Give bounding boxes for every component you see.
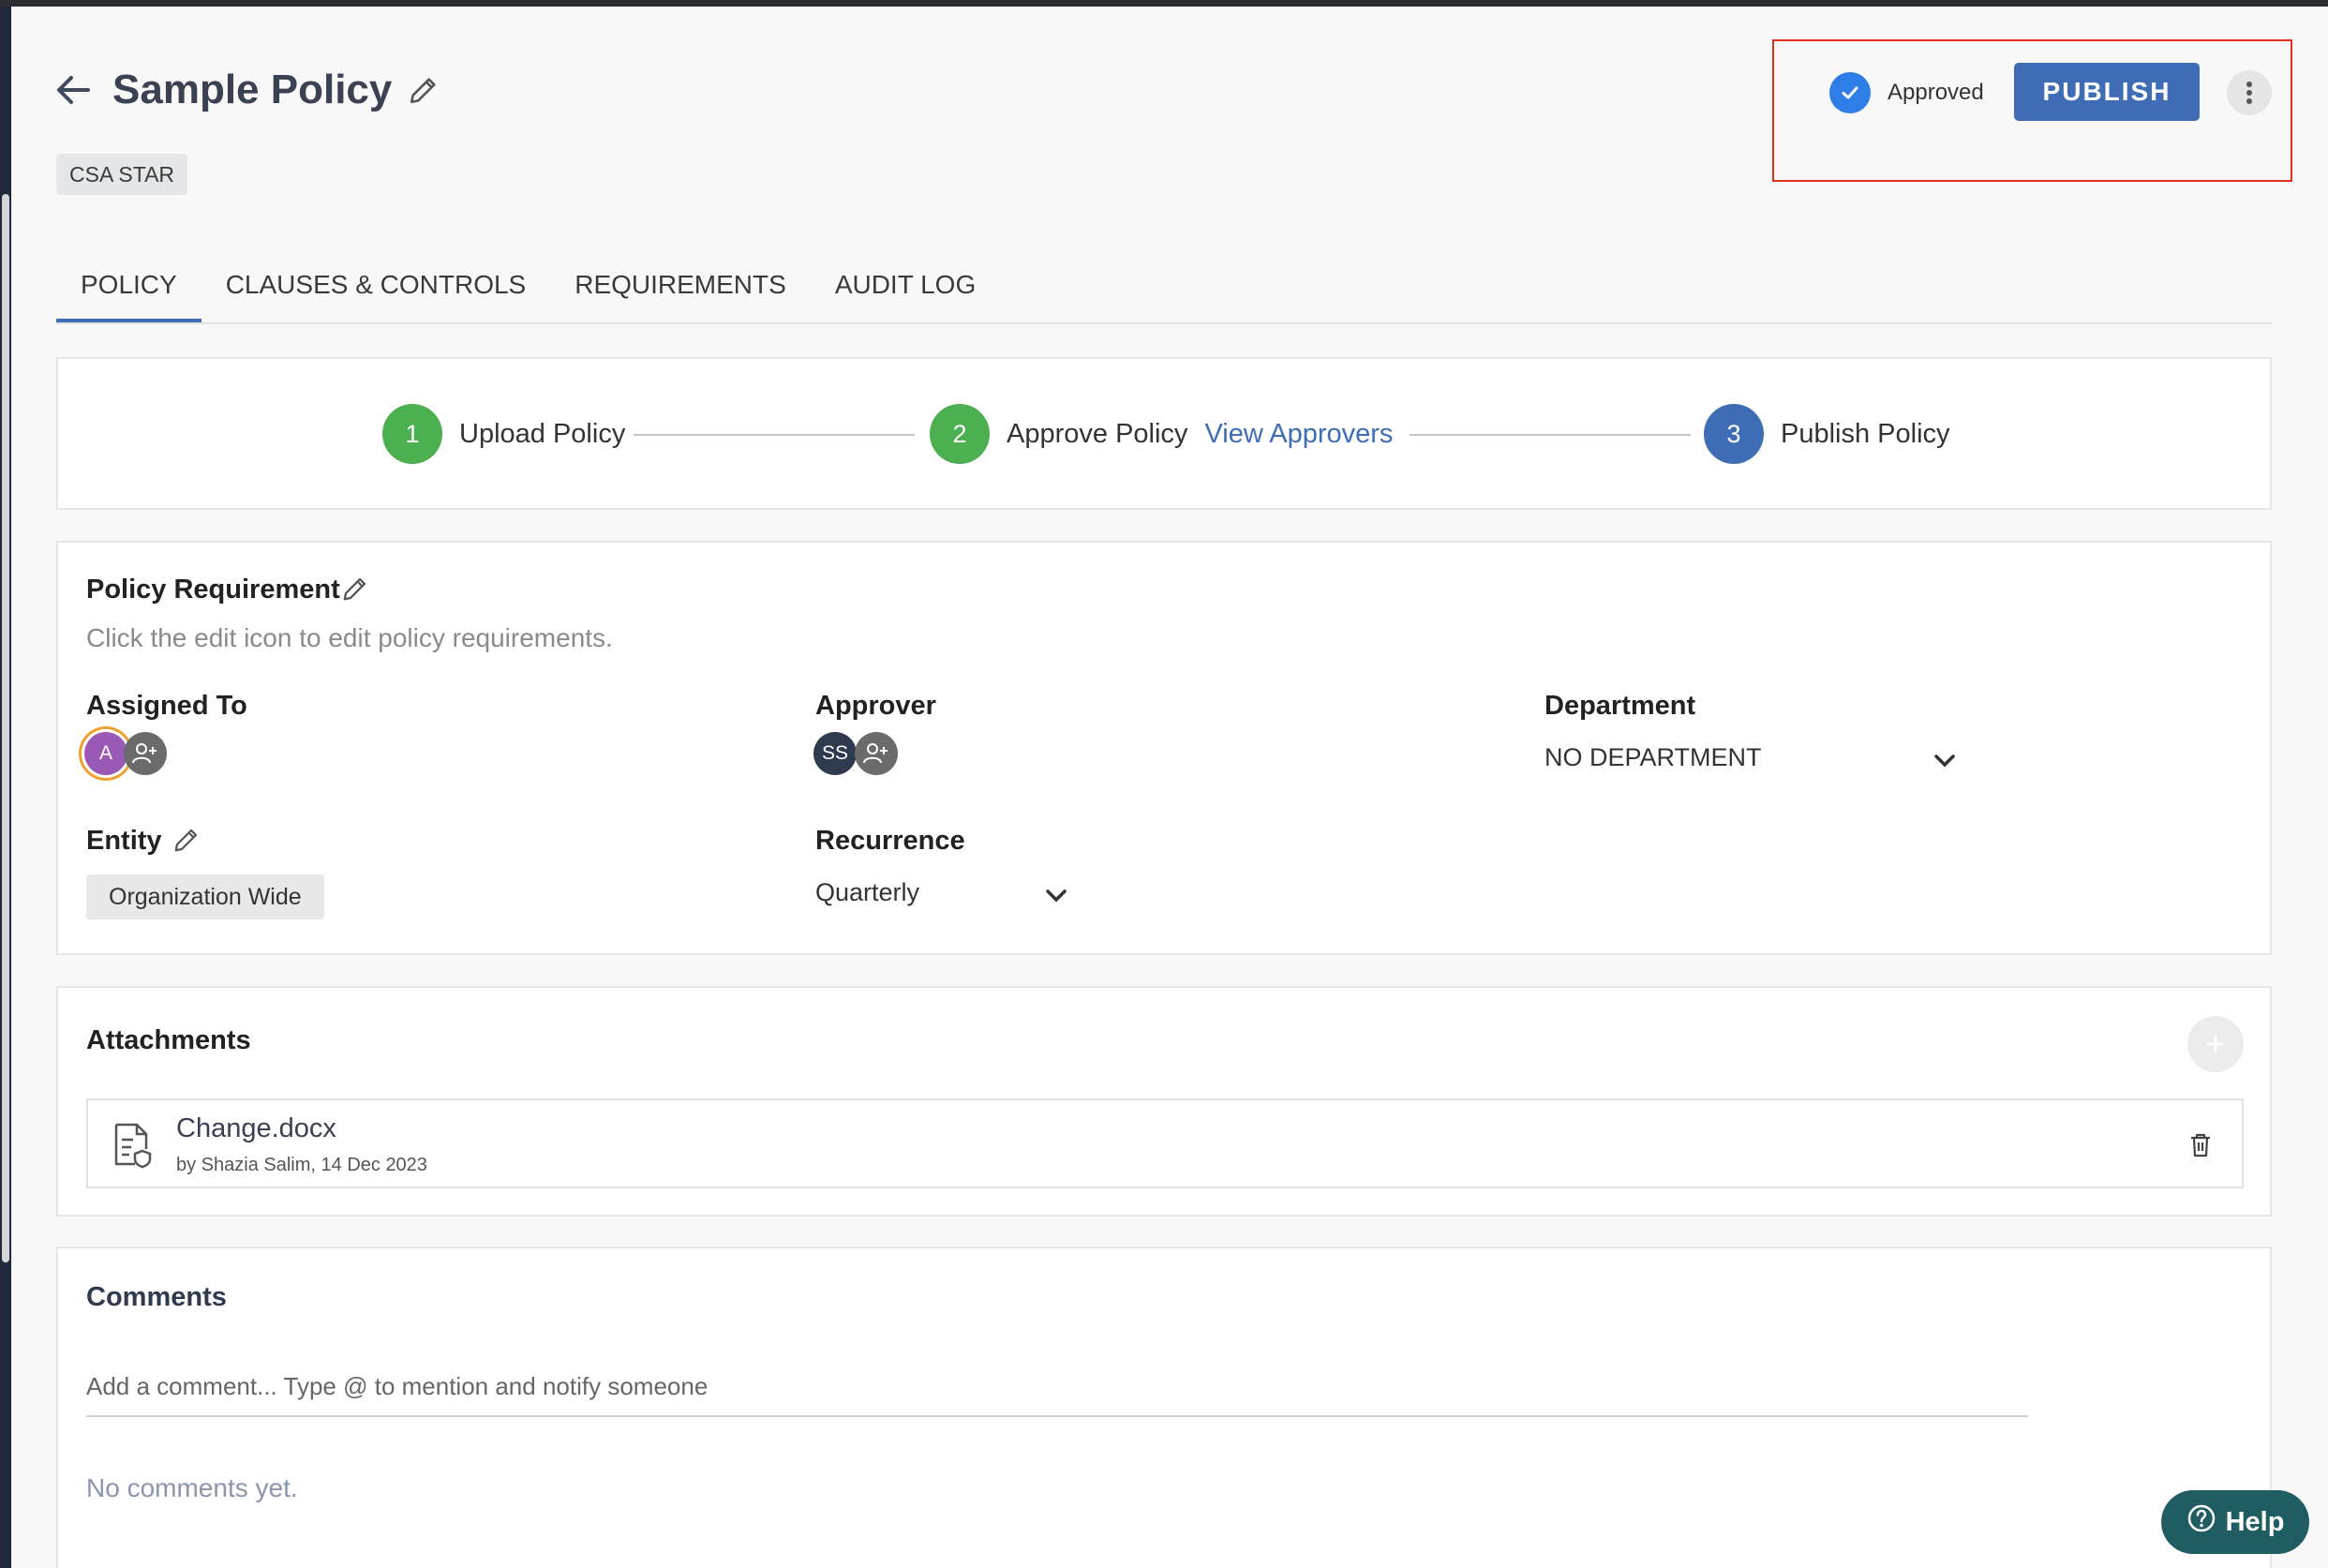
recurrence-label: Recurrence bbox=[815, 826, 965, 856]
help-label: Help bbox=[2225, 1506, 2285, 1537]
policy-requirement-title: Policy Requirement bbox=[86, 575, 340, 605]
step-publish-policy: 3 Publish Policy bbox=[1704, 404, 1950, 464]
status-label: Approved bbox=[1888, 80, 1984, 105]
edit-title-pencil-icon[interactable] bbox=[405, 71, 442, 109]
edit-entity-pencil-icon[interactable] bbox=[171, 824, 202, 856]
assignee-avatar[interactable]: A bbox=[84, 732, 127, 775]
help-question-icon bbox=[2186, 1503, 2216, 1541]
tab-audit-log[interactable]: AUDIT LOG bbox=[811, 255, 1000, 322]
assigned-to-label: Assigned To bbox=[86, 691, 247, 721]
step-label: Upload Policy bbox=[459, 418, 626, 449]
tab-clauses-controls[interactable]: CLAUSES & CONTROLS bbox=[201, 255, 551, 322]
recurrence-chevron-down-icon[interactable] bbox=[1040, 880, 1072, 912]
comments-card: Comments No comments yet. bbox=[56, 1247, 2272, 1568]
approver-avatar[interactable]: SS bbox=[813, 732, 857, 775]
publish-button[interactable]: PUBLISH bbox=[2014, 63, 2200, 121]
step-label: Approve Policy bbox=[1007, 418, 1188, 449]
attachment-row[interactable]: Change.docx by Shazia Salim, 14 Dec 2023 bbox=[86, 1098, 2244, 1188]
add-approver-icon[interactable] bbox=[855, 732, 898, 775]
check-circle-icon bbox=[1829, 72, 1871, 113]
approver-label: Approver bbox=[815, 691, 936, 721]
page-title: Sample Policy bbox=[112, 67, 393, 112]
step-number: 1 bbox=[382, 404, 442, 464]
document-shield-icon bbox=[112, 1121, 154, 1170]
tab-policy[interactable]: POLICY bbox=[56, 255, 201, 322]
comments-title: Comments bbox=[86, 1282, 227, 1312]
approval-status: Approved bbox=[1829, 72, 1984, 113]
recurrence-select[interactable]: Quarterly bbox=[815, 878, 919, 907]
entity-chip: Organization Wide bbox=[86, 874, 324, 919]
framework-tag: CSA STAR bbox=[56, 154, 188, 195]
window-top-strip bbox=[0, 0, 2328, 7]
add-assignee-icon[interactable] bbox=[124, 732, 167, 775]
department-chevron-down-icon[interactable] bbox=[1929, 745, 1961, 777]
comment-input[interactable] bbox=[86, 1357, 2028, 1417]
back-arrow-icon[interactable] bbox=[54, 71, 92, 109]
edit-requirement-pencil-icon[interactable] bbox=[339, 573, 371, 605]
step-number: 3 bbox=[1704, 404, 1764, 464]
view-approvers-link[interactable]: View Approvers bbox=[1204, 419, 1393, 450]
add-attachment-plus-icon[interactable] bbox=[2187, 1016, 2244, 1072]
scrollbar-thumb[interactable] bbox=[2, 194, 9, 1262]
department-label: Department bbox=[1545, 691, 1696, 721]
entity-label: Entity bbox=[86, 826, 162, 856]
more-options-icon[interactable] bbox=[2227, 70, 2272, 115]
step-number: 2 bbox=[930, 404, 990, 464]
workflow-stepper: 1 Upload Policy 2 Approve Policy View Ap… bbox=[56, 357, 2272, 510]
empty-comments-text: No comments yet. bbox=[86, 1473, 298, 1502]
help-button[interactable]: Help bbox=[2161, 1490, 2309, 1554]
tab-requirements[interactable]: REQUIREMENTS bbox=[550, 255, 811, 322]
step-label: Publish Policy bbox=[1781, 418, 1950, 449]
delete-trash-icon[interactable] bbox=[2182, 1127, 2219, 1164]
step-approve-policy: 2 Approve Policy View Approvers bbox=[930, 404, 1393, 464]
attachment-meta: by Shazia Salim, 14 Dec 2023 bbox=[176, 1155, 427, 1175]
policy-requirement-card: Policy Requirement Click the edit icon t… bbox=[56, 541, 2272, 955]
attachment-name-link[interactable]: Change.docx bbox=[176, 1113, 336, 1144]
step-upload-policy: 1 Upload Policy bbox=[382, 404, 625, 464]
tab-bar: POLICY CLAUSES & CONTROLS REQUIREMENTS A… bbox=[56, 255, 2272, 324]
step-connector bbox=[1410, 434, 1691, 436]
left-scrollbar[interactable] bbox=[0, 7, 11, 1568]
attachments-card: Attachments Change.docx by Shazia Salim,… bbox=[56, 986, 2272, 1217]
attachments-title: Attachments bbox=[86, 1025, 251, 1055]
department-select[interactable]: NO DEPARTMENT bbox=[1545, 743, 1762, 772]
step-connector bbox=[634, 434, 915, 436]
requirement-hint: Click the edit icon to edit policy requi… bbox=[86, 623, 613, 652]
